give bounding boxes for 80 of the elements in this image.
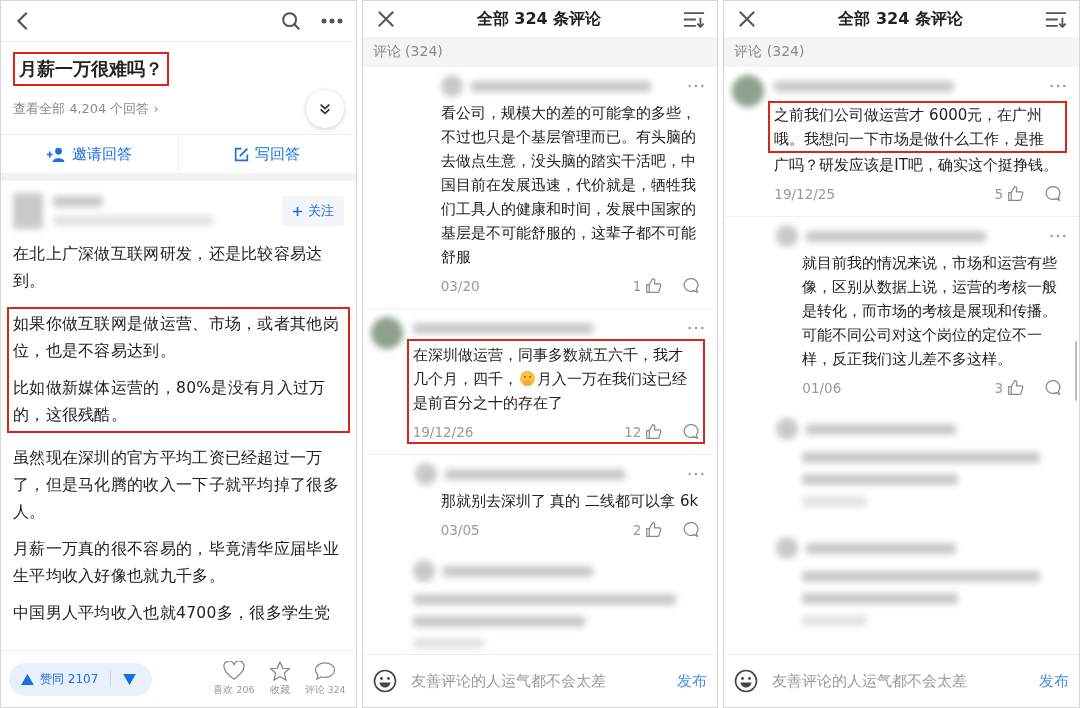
comment-date: 03/20 <box>440 277 480 294</box>
comment-date: 03/05 <box>440 521 480 538</box>
thumbs-up-icon[interactable] <box>645 423 663 440</box>
reply-icon[interactable] <box>1044 185 1061 202</box>
blurred-name <box>53 196 103 207</box>
publish-button[interactable]: 发布 <box>677 671 708 691</box>
like-count: 3 <box>994 379 1003 396</box>
comment-input[interactable]: 友善评论的人运气都不会太差 <box>408 671 666 691</box>
section-label: 评论 (324) <box>734 43 805 61</box>
answer-paragraph: 中国男人平均收入也就4700多，很多学生党 <box>13 603 332 624</box>
comment-date: 01/06 <box>802 379 842 396</box>
comment-text: 广吗？研发应该是IT吧，确实这个挺挣钱。 <box>774 156 1058 174</box>
section-label: 评论 (324) <box>372 43 443 61</box>
plus-icon <box>291 205 303 217</box>
blurred-avatar <box>776 418 799 440</box>
blurred-avatar <box>440 75 463 97</box>
star-icon <box>268 661 291 681</box>
question-title: 月薪一万很难吗？ <box>13 52 169 86</box>
downvote-icon[interactable] <box>123 673 137 685</box>
emoji-icon <box>518 370 536 387</box>
close-icon[interactable] <box>738 10 757 28</box>
blurred-avatar <box>414 463 437 485</box>
thumbs-up-icon[interactable] <box>645 277 663 294</box>
close-icon[interactable] <box>376 10 395 28</box>
blurred-avatar <box>370 317 403 349</box>
blurred-avatar <box>776 537 799 559</box>
thumbs-up-icon[interactable] <box>1007 185 1024 202</box>
publish-button[interactable]: 发布 <box>1039 671 1069 691</box>
heart-icon <box>222 661 245 681</box>
comment-text: 之前我们公司做运营才 6000元，在广州哦。我想问一下市场是做什么工作，是推 <box>768 101 1067 153</box>
up-triangle-icon <box>21 673 34 685</box>
comment-text: 就目前我的情况来说，市场和运营有些像，区别从数据上说，运营的考核一般是转化，而市场的考核是展现和传播。可能不同公司对这个岗位的定位不一样，反正我们这儿差不多这样。 <box>802 254 1058 368</box>
smiley-icon[interactable] <box>372 669 397 693</box>
bottom-action-button[interactable]: 评论 324 <box>302 661 348 697</box>
scrollbar[interactable] <box>1075 341 1077 401</box>
more-icon[interactable] <box>319 17 344 25</box>
like-count: 12 <box>624 423 642 440</box>
thumbs-up-icon[interactable] <box>1007 379 1024 396</box>
smiley-icon[interactable] <box>734 669 759 693</box>
page-title: 全部 324 条评论 <box>838 8 963 30</box>
double-chevron-down-icon <box>317 102 332 116</box>
blurred-avatar <box>732 75 765 107</box>
view-all-answers-link[interactable]: 查看全部 4,204 个回答 › <box>13 100 159 118</box>
comment-text: 那就别去深圳了 真的 二线都可以拿 6k <box>440 492 699 510</box>
upvote-button[interactable]: 赞同 2107 <box>21 670 99 688</box>
expand-button[interactable] <box>305 90 344 128</box>
comment-text: 是前百分之十的存在了 <box>412 393 563 414</box>
answer-paragraph: 月薪一万真的很不容易的，毕竟清华应届毕业生平均收入好像也就九千多。 <box>13 539 340 587</box>
bottom-action-button[interactable]: 收藏 <box>266 661 293 697</box>
add-person-icon <box>46 146 67 162</box>
edit-icon <box>234 146 250 162</box>
comment-text: 几个月，四千， <box>412 369 518 390</box>
answer-paragraph: 比如做新媒体运营的，80%是没有月入过万的，这很残酷。 <box>13 378 327 426</box>
comment-input[interactable]: 友善评论的人运气都不会太差 <box>770 671 1027 691</box>
reply-icon[interactable] <box>682 521 700 538</box>
blurred-avatar <box>776 225 799 247</box>
sort-icon[interactable] <box>683 9 706 29</box>
reply-icon[interactable] <box>682 277 700 294</box>
answer-paragraph: 如果你做互联网是做运营、市场，或者其他岗位，也是不容易达到。 <box>13 314 340 362</box>
reply-icon[interactable] <box>682 423 700 440</box>
like-count: 5 <box>994 185 1003 202</box>
sort-icon[interactable] <box>1045 9 1067 29</box>
comment-date: 19/12/25 <box>774 185 835 202</box>
comment-text: 在深圳做运营，同事多数就五六千，我才 <box>412 345 683 366</box>
reply-icon[interactable] <box>1044 379 1061 396</box>
answer-paragraph: 在北上广深做互联网研发，还是比较容易达到。 <box>13 244 324 292</box>
comment-text: 月入一万在我们这已经 <box>536 369 687 390</box>
answer-paragraph: 虽然现在深圳的官方平均工资已经超过一万了，但是马化腾的收入一下子就平均掉了很多人。 <box>13 448 340 523</box>
chat-bubble-icon <box>314 661 337 681</box>
blurred-avatar <box>412 560 435 582</box>
follow-button[interactable]: 关注 <box>281 196 344 226</box>
page-title: 全部 324 条评论 <box>476 8 602 30</box>
comment-text: 看公司，规模大的差的可能拿的多些，不过也只是个基层管理而已。有头脑的去做点生意，没头脑的踏实干活吧，中国目前在发展迅速，代价就是，牺牲我们工具人的健康和时间，发展中国家的基层是不可能舒服的，这辈子都不可能舒服 <box>440 104 696 266</box>
like-count: 1 <box>632 277 642 294</box>
like-count: 2 <box>632 521 642 538</box>
comment-date: 19/12/26 <box>412 423 474 440</box>
thumbs-up-icon[interactable] <box>645 521 663 538</box>
bottom-action-button[interactable]: 喜欢 206 <box>211 661 257 697</box>
blurred-avatar <box>13 193 43 229</box>
search-icon[interactable] <box>279 10 302 32</box>
